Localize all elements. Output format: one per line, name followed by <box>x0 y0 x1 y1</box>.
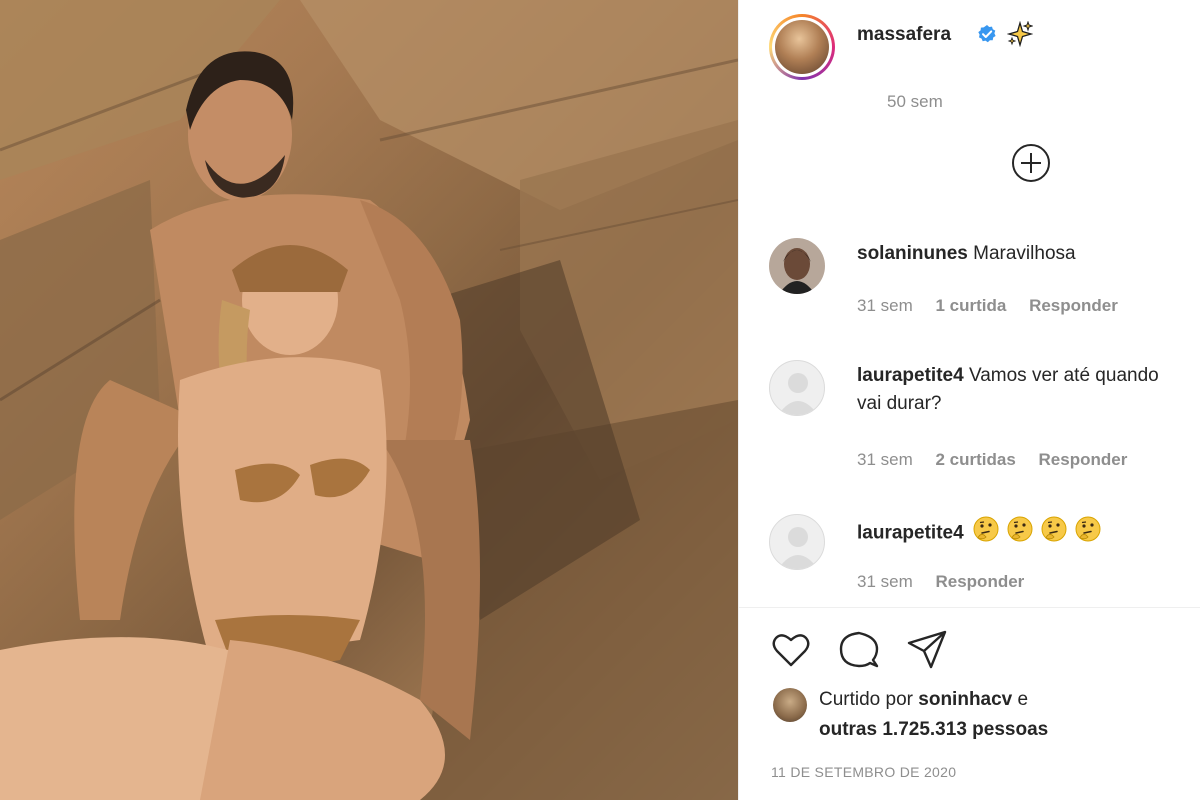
likes-count: 1.725.313 <box>882 719 967 740</box>
verified-badge-icon <box>978 25 996 43</box>
thinking-face-icon <box>973 516 1101 542</box>
comment-username[interactable]: solaninunes <box>857 243 968 264</box>
likes-summary: Curtido por soninhacv e outras 1.725.313… <box>773 686 1193 746</box>
comment-time[interactable]: 31 sem <box>857 296 913 315</box>
paper-plane-icon <box>907 630 947 669</box>
post-timestamp: 50 sem <box>887 92 943 111</box>
likes-others-suffix: pessoas <box>972 719 1049 740</box>
heart-icon <box>772 634 810 667</box>
commenter-avatar[interactable] <box>769 238 825 294</box>
comment-button[interactable] <box>837 628 881 672</box>
likes-others-prefix: outras <box>819 719 878 740</box>
comment-emojis <box>973 516 1101 551</box>
sparkles-icon <box>1007 21 1033 47</box>
post-header: massafera 50 sem <box>769 14 1189 111</box>
comment-text: Maravilhosa <box>973 243 1076 264</box>
comment-likes[interactable]: 1 curtida <box>935 296 1006 315</box>
comment-bubble-icon <box>839 631 879 668</box>
liker-avatar[interactable] <box>773 688 807 722</box>
comment-likes[interactable]: 2 curtidas <box>935 450 1015 469</box>
post-side-panel: massafera 50 sem solaninunes Maravilhosa… <box>738 0 1200 800</box>
default-avatar-icon <box>778 527 818 569</box>
likes-prefix: Curtido por <box>819 689 913 710</box>
comment-time[interactable]: 31 sem <box>857 450 913 469</box>
commenter-avatar[interactable] <box>769 360 825 416</box>
owner-username[interactable]: massafera <box>857 24 951 46</box>
like-button[interactable] <box>769 628 813 672</box>
load-more-comments-button[interactable] <box>1011 143 1051 183</box>
comment-item: solaninunes Maravilhosa 31 sem 1 curtida… <box>769 238 1189 328</box>
post-photo[interactable] <box>0 0 738 800</box>
photo-illustration <box>0 0 738 800</box>
plus-circle-icon <box>1012 144 1050 182</box>
post-date[interactable]: 11 DE SETEMBRO DE 2020 <box>771 764 956 780</box>
section-divider <box>739 607 1200 608</box>
comment-item: laurapetite4 31 sem Responder <box>769 514 1189 594</box>
comment-item: laurapetite4 Vamos ver até quando vai du… <box>769 360 1189 480</box>
comment-time[interactable]: 31 sem <box>857 572 913 591</box>
reply-button[interactable]: Responder <box>935 572 1024 591</box>
comment-username[interactable]: laurapetite4 <box>857 523 964 544</box>
reply-button[interactable]: Responder <box>1039 450 1128 469</box>
share-button[interactable] <box>905 628 949 672</box>
default-avatar-icon <box>778 373 818 415</box>
likes-others-link[interactable]: outras 1.725.313 pessoas <box>819 719 1048 741</box>
likes-joiner: e <box>1017 689 1029 710</box>
comment-username[interactable]: laurapetite4 <box>857 365 964 386</box>
commenter-avatar[interactable] <box>769 514 825 570</box>
liker-username[interactable]: soninhacv <box>918 689 1012 710</box>
reply-button[interactable]: Responder <box>1029 296 1118 315</box>
owner-avatar[interactable] <box>769 14 835 80</box>
